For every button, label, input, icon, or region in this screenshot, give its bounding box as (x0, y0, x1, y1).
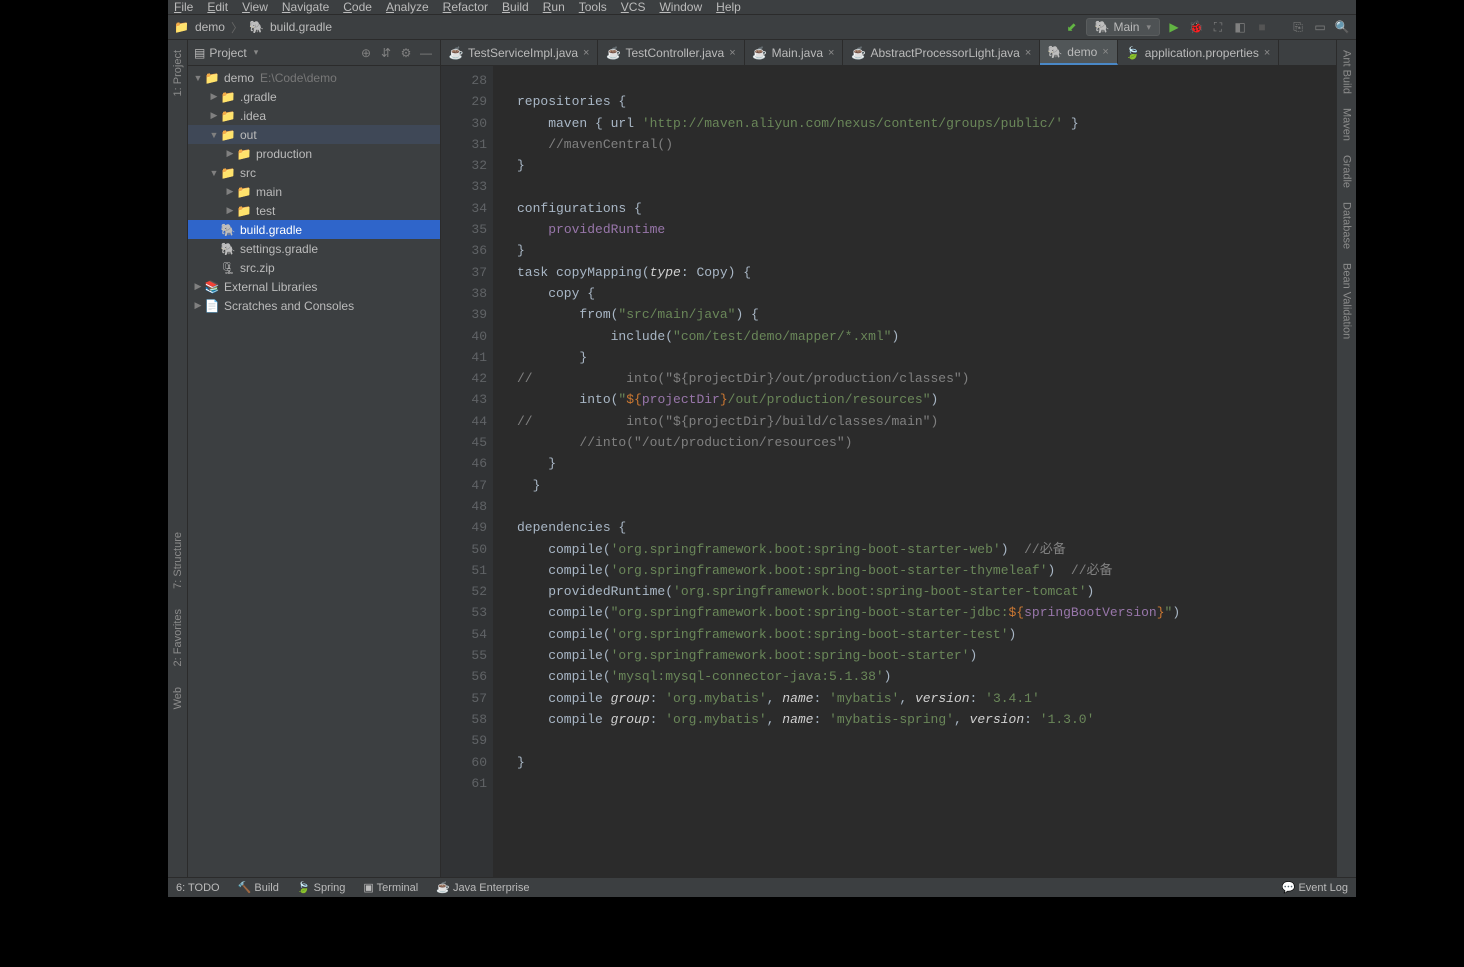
close-icon[interactable]: × (729, 47, 735, 59)
side-tab-web[interactable]: Web (170, 681, 186, 715)
settings-icon[interactable]: ▭ (1312, 19, 1328, 35)
close-icon[interactable]: × (1264, 47, 1270, 59)
project-panel: ▤ Project ⊕ ⇵ ⚙ — ▼📁demoE:\Code\demo▶📁.g… (188, 40, 441, 877)
menu-refactor[interactable]: Refactor (443, 0, 488, 14)
breadcrumb-sep: 〉 (231, 19, 243, 36)
side-tab-favorites[interactable]: 2: Favorites (170, 603, 186, 672)
menu-help[interactable]: Help (716, 0, 741, 14)
close-icon[interactable]: × (1025, 47, 1031, 59)
tab-testcontrollerjava[interactable]: ☕TestController.java× (598, 40, 744, 65)
project-view-title: Project (209, 46, 246, 60)
editor-area: ☕TestServiceImpl.java×☕TestController.ja… (441, 40, 1336, 877)
side-tab-structure[interactable]: 7: Structure (170, 526, 186, 595)
tree-item-out[interactable]: ▼📁out (188, 125, 440, 144)
tree-item-src[interactable]: ▼📁src (188, 163, 440, 182)
status-javaee[interactable]: ☕ Java Enterprise (436, 881, 529, 894)
menu-navigate[interactable]: Navigate (282, 0, 329, 14)
breadcrumb-project[interactable]: demo (195, 20, 225, 34)
profile-icon[interactable]: ◧ (1232, 19, 1248, 35)
status-bar: 6: TODO 🔨 Build 🍃 Spring ▣ Terminal ☕ Ja… (168, 877, 1356, 897)
fold-column[interactable] (493, 66, 509, 877)
tree-item-settingsgradle[interactable]: 🐘settings.gradle (188, 239, 440, 258)
toolbar-right: ⬋ 🐘 Main ▶ 🐞 ⛶ ◧ ■ ⎘ ▭ 🔍 (1064, 18, 1351, 36)
gradle-icon: 🐘 (249, 20, 264, 34)
vcs-icon[interactable]: ⎘ (1290, 19, 1306, 35)
project-view-selector[interactable]: ▤ Project (194, 46, 354, 60)
tab-testserviceimpljava[interactable]: ☕TestServiceImpl.java× (441, 40, 598, 65)
side-tab-maven[interactable]: Maven (1339, 102, 1355, 147)
tree-item-idea[interactable]: ▶📁.idea (188, 106, 440, 125)
tab-applicationproperties[interactable]: 🍃application.properties× (1118, 40, 1280, 65)
tab-demo[interactable]: 🐘demo× (1040, 40, 1117, 65)
status-todo[interactable]: 6: TODO (176, 882, 220, 894)
menu-run[interactable]: Run (543, 0, 565, 14)
tree-item-buildgradle[interactable]: 🐘build.gradle (188, 220, 440, 239)
status-spring[interactable]: 🍃 Spring (297, 881, 346, 894)
tab-abstractprocessorlightjava[interactable]: ☕AbstractProcessorLight.java× (843, 40, 1040, 65)
status-terminal[interactable]: ▣ Terminal (363, 881, 418, 894)
stop-icon[interactable]: ■ (1254, 19, 1270, 35)
menu-build[interactable]: Build (502, 0, 529, 14)
config-icon: 🐘 (1095, 20, 1110, 34)
ide-window: File Edit View Navigate Code Analyze Refactor B… (168, 0, 1356, 897)
hide-icon[interactable]: — (418, 45, 434, 61)
code-text[interactable]: repositories { maven { url 'http://maven… (509, 66, 1336, 877)
locate-icon[interactable]: ⊕ (358, 45, 374, 61)
tree-item-externallibraries[interactable]: ▶📚External Libraries (188, 277, 440, 296)
status-build[interactable]: 🔨 Build (238, 881, 279, 894)
project-panel-header: ▤ Project ⊕ ⇵ ⚙ — (188, 40, 440, 66)
folder-icon: 📁 (174, 20, 189, 34)
editor-tabs: ☕TestServiceImpl.java×☕TestController.ja… (441, 40, 1336, 66)
status-eventlog[interactable]: 💬 Event Log (1282, 881, 1348, 894)
tree-item-scratchesandconsoles[interactable]: ▶📄Scratches and Consoles (188, 296, 440, 315)
menu-edit[interactable]: Edit (207, 0, 228, 14)
menu-file[interactable]: File (174, 0, 193, 14)
close-icon[interactable]: × (1102, 46, 1108, 58)
menu-vcs[interactable]: VCS (621, 0, 646, 14)
menu-tools[interactable]: Tools (579, 0, 607, 14)
tab-mainjava[interactable]: ☕Main.java× (745, 40, 844, 65)
collapse-icon[interactable]: ⇵ (378, 45, 394, 61)
tree-item-demo[interactable]: ▼📁demoE:\Code\demo (188, 68, 440, 87)
menu-bar: File Edit View Navigate Code Analyze Refactor B… (168, 0, 1356, 14)
run-icon[interactable]: ▶ (1166, 19, 1182, 35)
toolbar: 📁 demo 〉 🐘 build.gradle ⬋ 🐘 Main ▶ 🐞 ⛶ ◧… (168, 14, 1356, 40)
coverage-icon[interactable]: ⛶ (1210, 19, 1226, 35)
side-tab-antbuild[interactable]: Ant Build (1339, 44, 1355, 100)
close-icon[interactable]: × (828, 47, 834, 59)
side-tab-gradle[interactable]: Gradle (1339, 149, 1355, 194)
tree-item-test[interactable]: ▶📁test (188, 201, 440, 220)
close-icon[interactable]: × (583, 47, 589, 59)
left-side-tabs: 1: Project 7: Structure 2: Favorites Web (168, 40, 188, 877)
menu-analyze[interactable]: Analyze (386, 0, 429, 14)
debug-icon[interactable]: 🐞 (1188, 19, 1204, 35)
project-icon: ▤ (194, 46, 205, 60)
project-tree[interactable]: ▼📁demoE:\Code\demo▶📁.gradle▶📁.idea▼📁out▶… (188, 66, 440, 877)
run-config-name: Main (1113, 20, 1139, 34)
gear-icon[interactable]: ⚙ (398, 45, 414, 61)
side-tab-beanvalidation[interactable]: Bean Validation (1339, 257, 1355, 345)
side-tab-database[interactable]: Database (1339, 196, 1355, 255)
search-icon[interactable]: 🔍 (1334, 19, 1350, 35)
menu-view[interactable]: View (242, 0, 268, 14)
main-area: 1: Project 7: Structure 2: Favorites Web ▤ … (168, 40, 1356, 877)
right-side-tabs: Ant Build Maven Gradle Database Bean Validat… (1336, 40, 1356, 877)
code-editor[interactable]: 282930313233343536▶373839404142434445464… (441, 66, 1336, 877)
build-icon[interactable]: ⬋ (1064, 19, 1080, 35)
tree-item-srczip[interactable]: 🗜src.zip (188, 258, 440, 277)
tree-item-main[interactable]: ▶📁main (188, 182, 440, 201)
tree-item-gradle[interactable]: ▶📁.gradle (188, 87, 440, 106)
breadcrumb-file[interactable]: build.gradle (270, 20, 332, 34)
run-config-selector[interactable]: 🐘 Main (1086, 18, 1161, 36)
gutter: 282930313233343536▶373839404142434445464… (441, 66, 493, 877)
menu-window[interactable]: Window (659, 0, 702, 14)
tree-item-production[interactable]: ▶📁production (188, 144, 440, 163)
breadcrumb: 📁 demo 〉 🐘 build.gradle (174, 19, 1058, 36)
side-tab-project[interactable]: 1: Project (170, 44, 186, 102)
menu-code[interactable]: Code (343, 0, 372, 14)
